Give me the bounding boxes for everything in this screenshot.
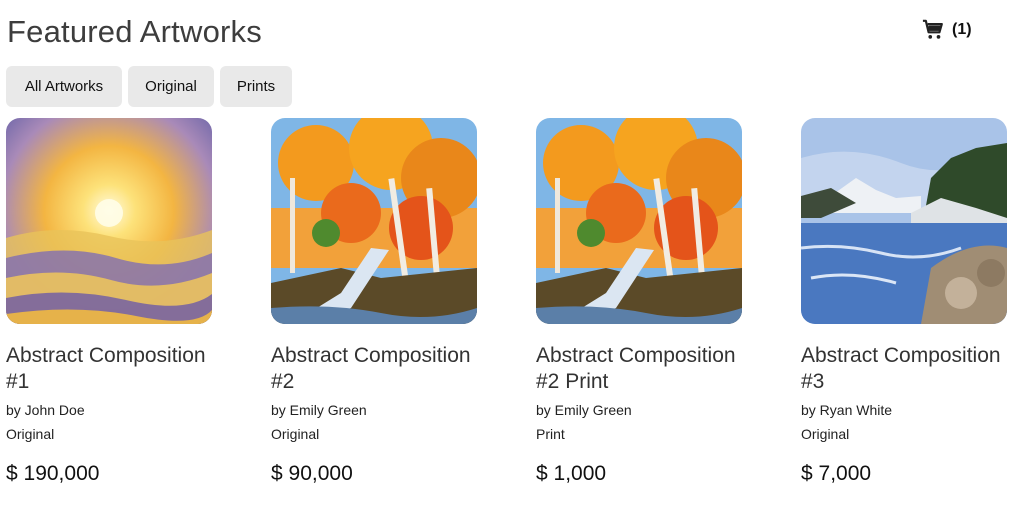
artwork-type: Print [536, 426, 565, 442]
artwork-title[interactable]: Abstract Composition #2 Print [536, 343, 751, 395]
filter-original-button[interactable]: Original [128, 66, 214, 107]
artwork-image[interactable] [6, 118, 212, 324]
artwork-card[interactable]: Abstract Composition #2 by Emily Green O… [271, 118, 501, 486]
artwork-price: $ 1,000 [536, 462, 607, 485]
artwork-type: Original [271, 426, 320, 442]
filter-bar: All Artworks Original Prints [6, 66, 292, 107]
shopping-cart-icon [922, 19, 944, 41]
artwork-title[interactable]: Abstract Composition #1 [6, 343, 221, 395]
filter-all-artworks-button[interactable]: All Artworks [6, 66, 122, 107]
cart-button[interactable]: (1) [922, 19, 972, 41]
artwork-image[interactable] [801, 118, 1007, 324]
artwork-artist: by Emily Green [271, 402, 367, 418]
filter-prints-button[interactable]: Prints [220, 66, 292, 107]
artwork-card[interactable]: Abstract Composition #1 by John Doe Orig… [6, 118, 236, 486]
artwork-price: $ 7,000 [801, 462, 872, 485]
artwork-title[interactable]: Abstract Composition #3 [801, 343, 1016, 395]
artwork-artist: by Ryan White [801, 402, 893, 418]
cart-count: (1) [952, 21, 972, 38]
artwork-price: $ 190,000 [6, 462, 100, 485]
artwork-card[interactable]: Abstract Composition #2 Print by Emily G… [536, 118, 766, 486]
artwork-type: Original [6, 426, 55, 442]
artwork-price: $ 90,000 [271, 462, 353, 485]
artwork-artist: by John Doe [6, 402, 85, 418]
artwork-artist: by Emily Green [536, 402, 632, 418]
artwork-type: Original [801, 426, 850, 442]
artwork-image[interactable] [271, 118, 477, 324]
artwork-title[interactable]: Abstract Composition #2 [271, 343, 486, 395]
artwork-image[interactable] [536, 118, 742, 324]
page-title: Featured Artworks [7, 14, 262, 49]
artwork-card[interactable]: Abstract Composition #3 by Ryan White Or… [801, 118, 1024, 486]
